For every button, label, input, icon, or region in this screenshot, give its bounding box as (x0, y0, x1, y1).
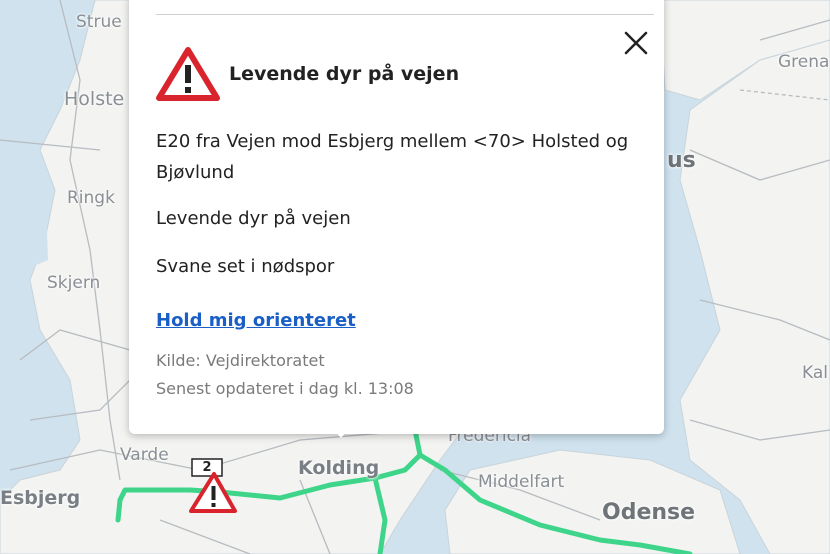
label-esbjerg: Esbjerg (0, 487, 81, 509)
label-odense: Odense (602, 500, 696, 525)
traffic-event-marker[interactable]: 2 (187, 458, 239, 514)
label-aarhus: us (667, 148, 696, 173)
exclamation-bar (211, 486, 216, 500)
label-kalundborg: Kal (802, 363, 828, 383)
close-icon (624, 31, 648, 55)
updated-text: Senest opdateret i dag kl. 13:08 (156, 379, 414, 398)
popup-pointer (329, 424, 353, 438)
event-popup: Levende dyr på vejen E20 fra Vejen mod E… (129, 0, 664, 438)
close-button[interactable] (623, 30, 649, 56)
label-ringkobing: Ringk (67, 188, 115, 208)
marker-count: 2 (202, 460, 212, 475)
label-varde: Varde (120, 445, 169, 465)
event-detail: Svane set i nødspor (156, 256, 335, 277)
source-text: Kilde: Vejdirektoratet (156, 351, 325, 370)
warning-triangle-icon (156, 47, 220, 101)
label-struer: Strue (76, 12, 122, 32)
popup-divider (156, 14, 654, 15)
popup-header: Levende dyr på vejen (155, 46, 459, 102)
popup-title: Levende dyr på vejen (229, 63, 460, 85)
exclamation-dot (211, 503, 216, 507)
follow-link[interactable]: Hold mig orienteret (156, 310, 356, 331)
event-type: Levende dyr på vejen (156, 208, 351, 229)
label-holstebro: Holste (64, 88, 125, 110)
event-location: E20 fra Vejen mod Esbjerg mellem <70> Ho… (156, 131, 629, 183)
label-grenaa: Grena (778, 52, 830, 72)
label-skjern: Skjern (47, 273, 101, 293)
label-middelfart: Middelfart (478, 472, 565, 492)
label-kolding: Kolding (298, 457, 380, 479)
